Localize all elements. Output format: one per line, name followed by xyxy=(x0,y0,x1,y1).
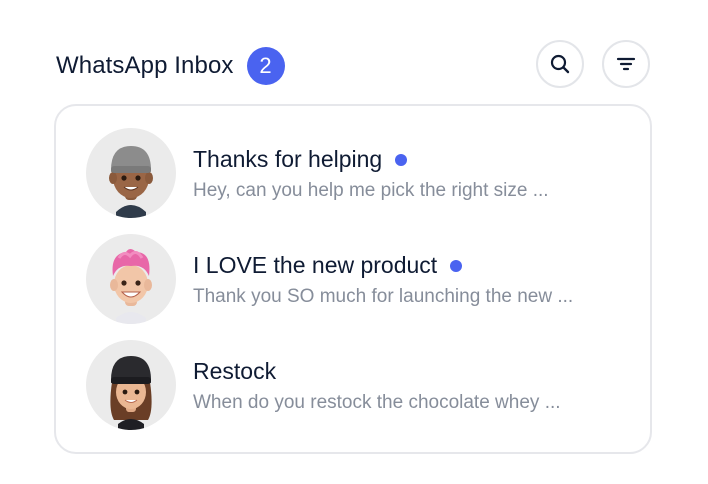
conversation-title-line: Thanks for helping xyxy=(193,146,408,173)
unread-dot xyxy=(450,259,463,272)
filter-button[interactable] xyxy=(602,40,650,88)
conversation-row[interactable]: Restock When do you restock the chocolat… xyxy=(86,340,626,432)
conversation-title: Restock xyxy=(193,358,277,384)
search-button[interactable] xyxy=(536,40,584,88)
title-group: WhatsApp Inbox 2 xyxy=(56,47,285,85)
conversation-preview: Thank you SO much for launching the new … xyxy=(193,286,574,307)
conversation-title: Thanks for helping xyxy=(193,146,383,172)
conversation-list: Thanks for helping Hey, can you help me … xyxy=(54,104,652,454)
conversation-preview: When do you restock the chocolate whey .… xyxy=(193,392,561,413)
unread-count-badge: 2 xyxy=(246,47,285,85)
conversation-title-line: Restock xyxy=(193,358,276,385)
unread-dot xyxy=(395,153,408,166)
conversation-title: I LOVE the new product xyxy=(193,252,438,278)
avatar xyxy=(86,340,176,430)
conversation-row[interactable]: Thanks for helping Hey, can you help me … xyxy=(86,128,626,220)
inbox-header: WhatsApp Inbox 2 xyxy=(56,40,652,92)
search-icon xyxy=(550,54,570,74)
page-title: WhatsApp Inbox xyxy=(56,52,234,79)
memoji-man-beanie-icon xyxy=(109,146,153,218)
memoji-woman-beanie-icon xyxy=(110,356,152,430)
memoji-pink-hair-icon xyxy=(110,249,152,324)
avatar xyxy=(86,128,176,218)
filter-icon xyxy=(616,57,636,71)
avatar xyxy=(86,234,176,324)
conversation-preview: Hey, can you help me pick the right size… xyxy=(193,180,549,201)
conversation-title-line: I LOVE the new product xyxy=(193,252,463,279)
conversation-row[interactable]: I LOVE the new product Thank you SO much… xyxy=(86,234,626,326)
